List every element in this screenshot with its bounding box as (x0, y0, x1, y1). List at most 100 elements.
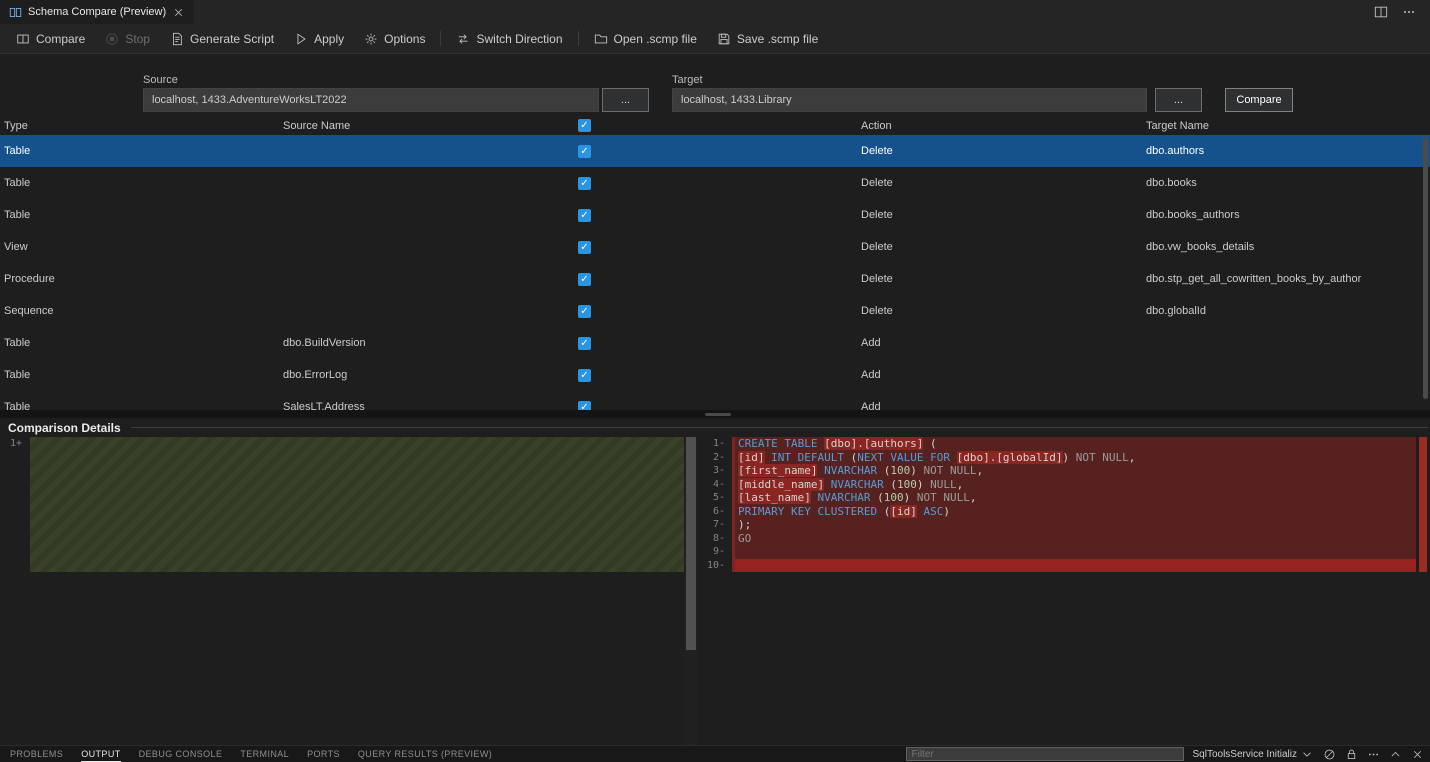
select-all-checkbox[interactable]: ✓ (578, 119, 591, 132)
table-row[interactable]: Tabledbo.ErrorLog✓Add (0, 359, 1430, 391)
more-actions-icon[interactable] (1402, 5, 1416, 19)
tab-bar-actions (1360, 0, 1430, 24)
clear-output-icon[interactable] (1323, 748, 1336, 761)
panel-tab-terminal[interactable]: TERMINAL (240, 746, 289, 762)
include-checkbox[interactable]: ✓ (578, 209, 591, 222)
toolbar-button-compare[interactable]: Compare (6, 24, 95, 53)
column-header-target[interactable]: Target Name (1146, 120, 1430, 132)
close-icon[interactable] (1411, 748, 1424, 761)
code-token: GO (738, 532, 751, 545)
include-checkbox[interactable]: ✓ (578, 177, 591, 190)
diff-added-placeholder (30, 437, 684, 572)
table-row[interactable]: Table✓Deletedbo.books (0, 167, 1430, 199)
editor-tab[interactable]: Schema Compare (Preview) (0, 0, 194, 24)
code-token: NOT NULL (917, 464, 977, 477)
code-token: NVARCHAR (831, 478, 891, 491)
table-row[interactable]: Procedure✓Deletedbo.stp_get_all_cowritte… (0, 263, 1430, 295)
compare-button[interactable]: Compare (1225, 88, 1293, 112)
output-channel-select[interactable]: SqlToolsService Initializ (1193, 747, 1315, 761)
code-line[interactable]: 9- (698, 545, 1416, 559)
diff-scrollbar-thumb[interactable] (686, 437, 696, 650)
code-line[interactable]: 5-[last_name] NVARCHAR (100) NOT NULL, (698, 491, 1416, 505)
line-content: [middle_name] NVARCHAR (100) NULL, (732, 478, 1416, 492)
lock-icon[interactable] (1345, 748, 1358, 761)
code-token: [id] (738, 451, 765, 464)
splitter-grip-icon (705, 413, 731, 416)
code-line[interactable]: 3-[first_name] NVARCHAR (100) NOT NULL, (698, 464, 1416, 478)
code-token: PRIMARY KEY CLUSTERED (738, 505, 884, 518)
table-row[interactable]: TableSalesLT.Address✓Add (0, 391, 1430, 410)
more-actions-icon[interactable] (1367, 748, 1380, 761)
cell-type: Sequence (0, 305, 283, 317)
target-browse-button[interactable]: ... (1155, 88, 1202, 112)
output-filter-input[interactable] (906, 747, 1184, 761)
include-checkbox[interactable]: ✓ (578, 241, 591, 254)
source-input[interactable] (143, 88, 599, 112)
code-line[interactable]: 7-); (698, 518, 1416, 532)
code-token: ) (943, 505, 950, 518)
source-line-numbers: 1+ (0, 437, 30, 745)
cell-target-name: dbo.books (1146, 177, 1430, 189)
diff-scrollbar[interactable] (684, 437, 698, 745)
cell-target-name: dbo.books_authors (1146, 209, 1430, 221)
include-checkbox[interactable]: ✓ (578, 369, 591, 382)
column-header-action[interactable]: Action (861, 120, 1146, 132)
toolbar-button-open-scmp-file[interactable]: Open .scmp file (584, 24, 707, 53)
table-row[interactable]: View✓Deletedbo.vw_books_details (0, 231, 1430, 263)
panel-tab-debug-console[interactable]: DEBUG CONSOLE (139, 746, 223, 762)
toolbar-button-generate-script[interactable]: Generate Script (160, 24, 284, 53)
table-row[interactable]: Table✓Deletedbo.authors (0, 135, 1430, 167)
target-input[interactable] (672, 88, 1147, 112)
diff-target-pane[interactable]: 1-CREATE TABLE [dbo].[authors] (2-[id] I… (698, 437, 1430, 745)
column-header-include: ✓ (578, 119, 861, 132)
tab-close-icon[interactable] (172, 6, 185, 19)
toolbar-button-label: Compare (36, 32, 85, 46)
tab-title: Schema Compare (Preview) (28, 6, 166, 18)
line-content (732, 545, 1416, 559)
toolbar: CompareStopGenerate ScriptApplyOptionsSw… (0, 24, 1430, 54)
column-header-source[interactable]: Source Name (283, 120, 578, 132)
toolbar-button-apply[interactable]: Apply (284, 24, 354, 53)
include-checkbox[interactable]: ✓ (578, 145, 591, 158)
toolbar-button-save-scmp-file[interactable]: Save .scmp file (707, 24, 828, 53)
include-checkbox[interactable]: ✓ (578, 305, 591, 318)
line-number: 6- (698, 505, 732, 519)
code-line[interactable]: 4-[middle_name] NVARCHAR (100) NULL, (698, 478, 1416, 492)
table-row[interactable]: Tabledbo.BuildVersion✓Add (0, 327, 1430, 359)
panel-tab-ports[interactable]: PORTS (307, 746, 340, 762)
code-line[interactable]: 1-CREATE TABLE [dbo].[authors] ( (698, 437, 1416, 451)
horizontal-splitter[interactable] (0, 410, 1430, 418)
toolbar-button-switch-direction[interactable]: Switch Direction (446, 24, 572, 53)
overview-ruler[interactable] (1416, 437, 1430, 745)
code-line[interactable]: 8-GO (698, 532, 1416, 546)
code-token: NEXT VALUE FOR (857, 451, 956, 464)
cell-type: Table (0, 209, 283, 221)
toolbar-button-options[interactable]: Options (354, 24, 435, 53)
column-header-type[interactable]: Type (0, 120, 283, 132)
cell-type: Table (0, 177, 283, 189)
panel-tab-problems[interactable]: PROBLEMS (10, 746, 63, 762)
source-browse-button[interactable]: ... (602, 88, 649, 112)
code-line[interactable]: 2-[id] INT DEFAULT (NEXT VALUE FOR [dbo]… (698, 451, 1416, 465)
panel-tab-output[interactable]: OUTPUT (81, 746, 120, 762)
code-token: ASC (923, 505, 943, 518)
code-token: ); (738, 518, 751, 531)
code-token: [first_name] (738, 464, 817, 477)
code-line[interactable]: 6-PRIMARY KEY CLUSTERED ([id] ASC) (698, 505, 1416, 519)
table-row[interactable]: Table✓Deletedbo.books_authors (0, 199, 1430, 231)
toolbar-button-label: Apply (314, 32, 344, 46)
grid-scrollbar[interactable] (1423, 137, 1428, 399)
include-checkbox[interactable]: ✓ (578, 273, 591, 286)
toolbar-separator (440, 31, 441, 46)
chevron-up-icon[interactable] (1389, 748, 1402, 761)
cell-include: ✓ (578, 369, 861, 382)
include-checkbox[interactable]: ✓ (578, 337, 591, 350)
cell-include: ✓ (578, 337, 861, 350)
include-checkbox[interactable]: ✓ (578, 401, 591, 411)
table-row[interactable]: Sequence✓Deletedbo.globalId (0, 295, 1430, 327)
diff-source-pane[interactable]: 1+ (0, 437, 684, 745)
code-line[interactable]: 10- (698, 559, 1416, 573)
panel-tab-query-results-preview[interactable]: QUERY RESULTS (PREVIEW) (358, 746, 492, 762)
code-token: [dbo].[authors] (824, 437, 923, 450)
split-editor-icon[interactable] (1374, 5, 1388, 19)
